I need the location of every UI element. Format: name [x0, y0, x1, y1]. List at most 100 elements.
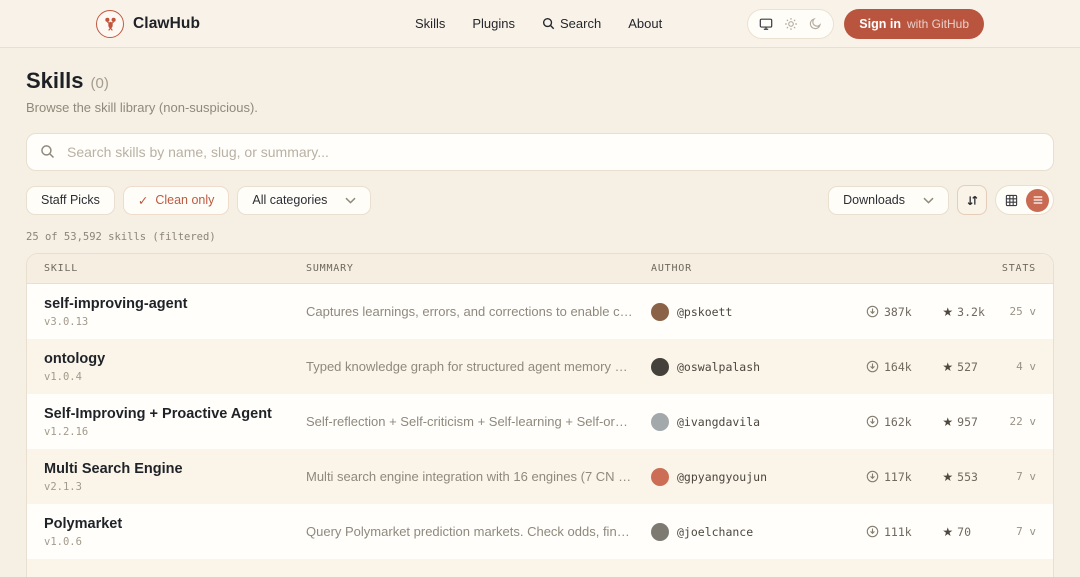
table-row[interactable]: ontology v1.0.4 Typed knowledge graph fo… [27, 339, 1053, 394]
skill-version: v2.1.3 [44, 481, 306, 493]
top-header: ClawHub Skills Plugins Search About [0, 0, 1080, 48]
star-icon: ★ [942, 526, 953, 538]
moon-icon[interactable] [809, 17, 822, 30]
downloads-stat: 162k [866, 415, 920, 429]
sort-by-select[interactable]: Downloads [828, 186, 949, 215]
search-input[interactable] [26, 133, 1054, 171]
nav-about[interactable]: About [628, 16, 662, 31]
col-header-author: AUTHOR [651, 263, 866, 274]
skill-name[interactable]: Self-Improving + Proactive Agent [44, 406, 306, 422]
download-circle-icon [866, 470, 879, 483]
result-count: 25 of 53,592 skills (filtered) [26, 231, 1054, 243]
page-subtitle: Browse the skill library (non-suspicious… [26, 100, 1054, 115]
skill-version: v1.2.16 [44, 426, 306, 438]
brand-name: ClawHub [133, 15, 200, 33]
skill-summary: Captures learnings, errors, and correcti… [306, 304, 651, 319]
skill-stats: 117k ★ 553 7 v [866, 470, 1036, 484]
skill-name[interactable]: Polymarket [44, 516, 306, 532]
skill-version: v1.0.6 [44, 536, 306, 548]
downloads-stat: 117k [866, 470, 920, 484]
skill-stats: 111k ★ 70 7 v [866, 525, 1036, 539]
page-title: Skills [26, 68, 83, 94]
skill-summary: Multi search engine integration with 16 … [306, 469, 651, 484]
downloads-stat: 111k [866, 525, 920, 539]
sun-icon[interactable] [784, 17, 798, 31]
list-icon [1032, 194, 1044, 206]
search-bar [26, 133, 1054, 171]
download-circle-icon [866, 525, 879, 538]
avatar [651, 303, 669, 321]
star-icon: ★ [942, 306, 953, 318]
table-row[interactable]: self-improving-agent v3.0.13 Captures le… [27, 284, 1053, 339]
author-handle: @pskoett [677, 305, 732, 319]
download-circle-icon [866, 360, 879, 373]
category-select[interactable]: All categories [237, 186, 371, 215]
col-header-stats: STATS [866, 263, 1036, 274]
staff-picks-button[interactable]: Staff Picks [26, 186, 115, 215]
table-row[interactable]: Multi Search Engine v2.1.3 Multi search … [27, 449, 1053, 504]
sort-direction-button[interactable] [957, 185, 987, 215]
skill-summary: Query Polymarket prediction markets. Che… [306, 524, 651, 539]
avatar [651, 468, 669, 486]
table-row[interactable]: Self-Improving + Proactive Agent v1.2.16… [27, 394, 1053, 449]
downloads-stat: 387k [866, 305, 920, 319]
nav-skills[interactable]: Skills [415, 16, 445, 31]
signin-label: Sign in [859, 17, 901, 31]
brand-logo[interactable]: ClawHub [96, 10, 200, 38]
nav-search[interactable]: Search [542, 16, 601, 31]
clean-only-toggle[interactable]: ✓ Clean only [123, 186, 230, 215]
skill-name[interactable]: Multi Search Engine [44, 461, 306, 477]
downloads-stat: 164k [866, 360, 920, 374]
skill-version: v3.0.13 [44, 316, 306, 328]
main-nav: Skills Plugins Search About [415, 16, 662, 31]
skill-summary: Self-reflection + Self-criticism + Self-… [306, 414, 651, 429]
stars-stat: ★ 957 [942, 415, 991, 429]
grid-view-button[interactable] [1000, 189, 1023, 212]
chevron-down-icon [923, 197, 934, 204]
star-icon: ★ [942, 361, 953, 373]
avatar [651, 358, 669, 376]
list-view-button[interactable] [1026, 189, 1049, 212]
theme-switcher [747, 9, 834, 39]
stars-stat: ★ 70 [942, 525, 991, 539]
search-icon [40, 144, 55, 159]
skill-author[interactable]: @pskoett [651, 303, 866, 321]
author-handle: @joelchance [677, 525, 753, 539]
signin-github-button[interactable]: Sign in with GitHub [844, 9, 984, 39]
skill-author[interactable]: @joelchance [651, 523, 866, 541]
monitor-icon[interactable] [759, 17, 773, 31]
download-circle-icon [866, 415, 879, 428]
search-icon [542, 17, 555, 30]
table-row-partial [27, 559, 1053, 577]
lobster-icon [96, 10, 124, 38]
avatar [651, 523, 669, 541]
signin-sublabel: with GitHub [907, 17, 969, 31]
versions-stat: 25 v [1004, 305, 1036, 318]
skill-stats: 387k ★ 3.2k 25 v [866, 305, 1036, 319]
skills-table: SKILL SUMMARY AUTHOR STATS self-improvin… [26, 253, 1054, 577]
table-header-row: SKILL SUMMARY AUTHOR STATS [27, 254, 1053, 284]
star-icon: ★ [942, 416, 953, 428]
author-handle: @ivangdavila [677, 415, 760, 429]
col-header-skill: SKILL [44, 263, 306, 274]
skill-author[interactable]: @gpyangyoujun [651, 468, 866, 486]
skill-version: v1.0.4 [44, 371, 306, 383]
author-handle: @gpyangyoujun [677, 470, 767, 484]
nav-plugins[interactable]: Plugins [472, 16, 515, 31]
versions-stat: 7 v [1004, 470, 1036, 483]
skill-author[interactable]: @oswalpalash [651, 358, 866, 376]
page-count-badge: (0) [90, 75, 108, 92]
skill-name[interactable]: self-improving-agent [44, 296, 306, 312]
skill-author[interactable]: @ivangdavila [651, 413, 866, 431]
versions-stat: 22 v [1004, 415, 1036, 428]
stars-stat: ★ 553 [942, 470, 991, 484]
view-mode-toggle [995, 185, 1054, 215]
chevron-down-icon [345, 197, 356, 204]
table-row[interactable]: Polymarket v1.0.6 Query Polymarket predi… [27, 504, 1053, 559]
check-icon: ✓ [138, 193, 148, 208]
stars-stat: ★ 3.2k [942, 305, 991, 319]
author-handle: @oswalpalash [677, 360, 760, 374]
skill-name[interactable]: ontology [44, 351, 306, 367]
download-circle-icon [866, 305, 879, 318]
versions-stat: 4 v [1004, 360, 1036, 373]
